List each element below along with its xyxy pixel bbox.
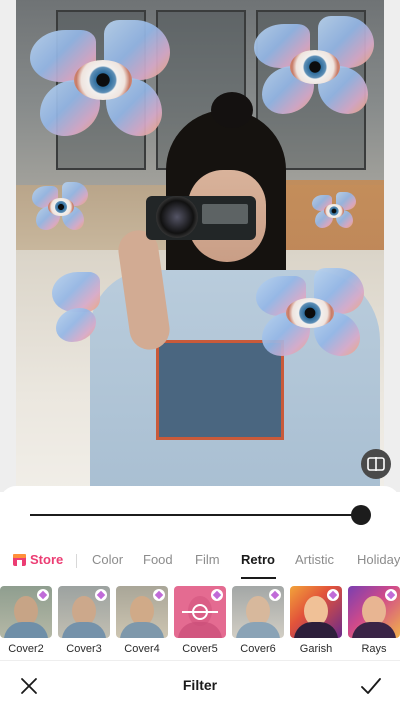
filter-label: Garish <box>299 643 333 655</box>
butterfly-eye-sticker[interactable] <box>52 272 102 342</box>
diamond-icon <box>211 589 223 601</box>
butterfly-eye-sticker[interactable] <box>254 16 374 116</box>
butterfly-eye-sticker[interactable] <box>312 192 356 230</box>
filter-thumb-cover5[interactable] <box>174 586 226 638</box>
eye-icon <box>48 198 74 216</box>
butterfly-eye-sticker[interactable] <box>256 268 364 358</box>
tab-holiday[interactable]: Holiday <box>357 552 400 567</box>
diamond-icon <box>153 589 165 601</box>
eye-icon <box>324 204 344 218</box>
diamond-icon <box>327 589 339 601</box>
butterfly-eye-sticker[interactable] <box>30 20 170 140</box>
bottom-toolbar: Filter <box>0 660 400 711</box>
filter-label: Cover2 <box>8 643 44 655</box>
photo-canvas <box>0 0 400 492</box>
filter-thumb-rays[interactable] <box>348 586 400 638</box>
filter-label: Cover6 <box>240 643 276 655</box>
diamond-icon <box>269 589 281 601</box>
diamond-icon <box>385 589 397 601</box>
photo-camcorder-lens <box>156 196 198 238</box>
compare-button[interactable] <box>361 449 391 479</box>
compare-icon <box>367 457 385 471</box>
eye-icon <box>290 50 340 84</box>
filter-thumb-cover4[interactable] <box>116 586 168 638</box>
tab-film[interactable]: Film <box>195 552 220 567</box>
eye-icon <box>286 298 334 328</box>
intensity-slider[interactable] <box>30 505 372 525</box>
filter-label: Rays <box>361 643 387 655</box>
tab-food[interactable]: Food <box>143 552 173 567</box>
slider-track[interactable] <box>30 514 360 516</box>
photo-hair-bun <box>211 92 253 128</box>
eye-icon <box>74 60 132 100</box>
butterfly-eye-sticker[interactable] <box>32 182 88 232</box>
category-tabs: Color Food Film Retro Artistic Holiday <box>0 546 400 580</box>
tab-artistic[interactable]: Artistic <box>295 552 334 567</box>
filter-label: Cover4 <box>124 643 160 655</box>
filter-thumb-cover2[interactable] <box>0 586 52 638</box>
photo-camcorder-panel <box>202 204 248 224</box>
adjust-ring-icon <box>192 604 208 620</box>
filter-label: Cover3 <box>66 643 102 655</box>
tab-retro[interactable]: Retro <box>241 552 275 567</box>
slider-thumb[interactable] <box>351 505 371 525</box>
diamond-icon <box>37 589 49 601</box>
filter-label: Cover5 <box>182 643 218 655</box>
tab-color[interactable]: Color <box>92 552 123 567</box>
filter-thumbnails: Cover2 Cover3 Cover4 Cover5 Cover6 Garis… <box>0 586 400 656</box>
active-tab-indicator <box>241 577 276 579</box>
filter-thumb-cover3[interactable] <box>58 586 110 638</box>
edited-photo <box>16 0 384 492</box>
screen-title: Filter <box>182 677 218 693</box>
checkmark-icon[interactable] <box>359 675 383 697</box>
filter-thumb-cover6[interactable] <box>232 586 284 638</box>
diamond-icon <box>95 589 107 601</box>
butterfly-wing <box>52 272 100 312</box>
filter-thumb-garish[interactable] <box>290 586 342 638</box>
butterfly-wing <box>56 308 96 342</box>
